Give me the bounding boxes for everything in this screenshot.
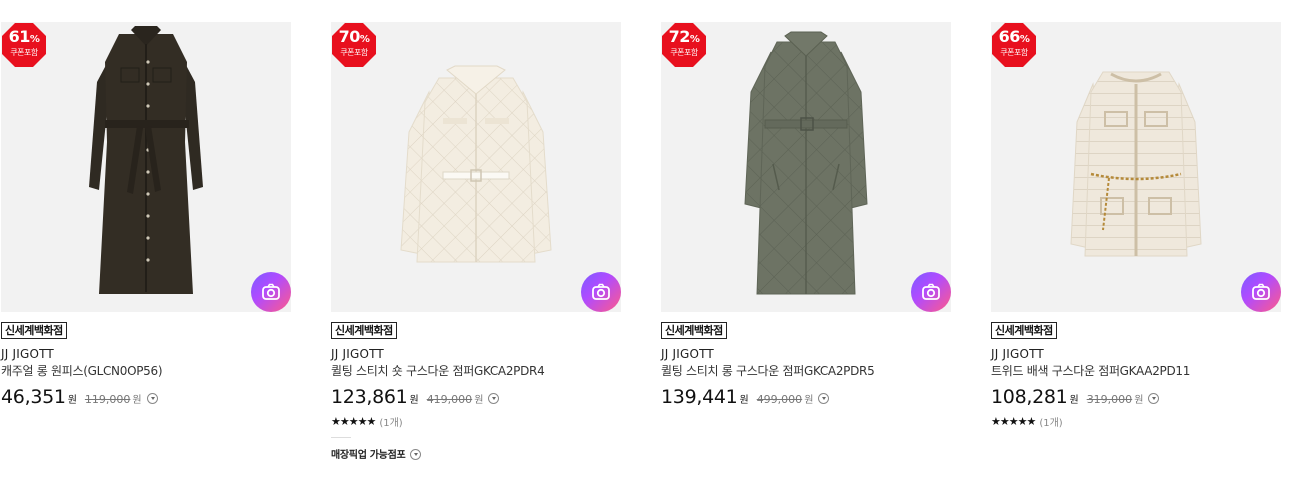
original-price-unit: 원 (132, 395, 142, 406)
camera-icon (262, 283, 280, 300)
sale-price: 108,281 (991, 386, 1068, 408)
coupon-included-label: 쿠폰포함 (670, 48, 698, 57)
price-detail-dropdown-icon[interactable] (146, 393, 158, 404)
price-row: 46,351 원 119,000 원 (1, 386, 291, 408)
original-price: 499,000 (756, 393, 803, 406)
product-image[interactable]: 61% 쿠폰포함 (1, 22, 291, 312)
coupon-included-label: 쿠폰포함 (10, 48, 38, 57)
discount-percent: 70% (338, 27, 370, 46)
product-image[interactable]: 66% 쿠폰포함 (991, 22, 1281, 312)
product-image[interactable]: 70% 쿠폰포함 (331, 22, 621, 312)
original-price: 419,000 (426, 393, 473, 406)
sale-price: 46,351 (1, 386, 66, 408)
price-unit: 원 (67, 395, 77, 406)
review-count: (1개) (379, 418, 403, 429)
original-price-unit: 원 (804, 395, 814, 406)
brand-name[interactable]: JJ JIGOTT (1, 347, 291, 361)
store-tag: 신세계백화점 (1, 322, 67, 339)
sale-price: 123,861 (331, 386, 408, 408)
star-rating-icon: ★★★★★ (991, 415, 1036, 428)
rating[interactable]: ★★★★★ (1개) (991, 414, 1281, 429)
camera-icon (922, 283, 940, 300)
price-row: 139,441 원 499,000 원 (661, 386, 951, 408)
image-search-button[interactable] (1241, 272, 1281, 312)
discount-percent: 61% (8, 27, 40, 46)
price-detail-dropdown-icon[interactable] (488, 393, 500, 404)
chevron-down-circle-icon[interactable] (410, 449, 422, 460)
brand-name[interactable]: JJ JIGOTT (661, 347, 951, 361)
original-price: 119,000 (84, 393, 131, 406)
price-detail-dropdown-icon[interactable] (1148, 393, 1160, 404)
store-pickup-available[interactable]: 매장픽업 가능점포 (331, 446, 621, 461)
original-price-unit: 원 (1134, 395, 1144, 406)
product-image[interactable]: 72% 쿠폰포함 (661, 22, 951, 312)
product-card[interactable]: 72% 쿠폰포함 신세계백화점 JJ JIGOTT 퀼팅 스티치 롱 구스다운 … (661, 22, 951, 408)
product-card[interactable]: 61% 쿠폰포함 신세계백화점 JJ JIGOTT 캐주얼 롱 원피스(GLCN… (1, 22, 291, 408)
image-search-button[interactable] (581, 272, 621, 312)
price-unit: 원 (1069, 395, 1079, 406)
store-tag: 신세계백화점 (661, 322, 727, 339)
star-rating-icon: ★★★★★ (331, 415, 376, 428)
product-name[interactable]: 캐주얼 롱 원피스(GLCN0OP56) (1, 364, 291, 378)
coupon-included-label: 쿠폰포함 (340, 48, 368, 57)
discount-percent: 72% (668, 27, 700, 46)
store-pickup-label: 매장픽업 가능점포 (331, 450, 406, 461)
product-card[interactable]: 66% 쿠폰포함 신세계백화점 JJ JIGOTT 트위드 배색 구스다운 점퍼… (991, 22, 1281, 429)
brand-name[interactable]: JJ JIGOTT (991, 347, 1281, 361)
price-unit: 원 (409, 395, 419, 406)
price-detail-dropdown-icon[interactable] (818, 393, 830, 404)
divider (331, 437, 351, 438)
price-unit: 원 (739, 395, 749, 406)
brand-name[interactable]: JJ JIGOTT (331, 347, 621, 361)
image-search-button[interactable] (911, 272, 951, 312)
discount-badge: 61% 쿠폰포함 (1, 22, 47, 68)
store-tag: 신세계백화점 (331, 322, 397, 339)
camera-icon (592, 283, 610, 300)
original-price-unit: 원 (474, 395, 484, 406)
discount-badge: 66% 쿠폰포함 (991, 22, 1037, 68)
product-card[interactable]: 70% 쿠폰포함 신세계백화점 JJ JIGOTT 퀼팅 스티치 숏 구스다운 … (331, 22, 621, 461)
coupon-included-label: 쿠폰포함 (1000, 48, 1028, 57)
price-row: 123,861 원 419,000 원 (331, 386, 621, 408)
store-tag: 신세계백화점 (991, 322, 1057, 339)
rating[interactable]: ★★★★★ (1개) (331, 414, 621, 429)
image-search-button[interactable] (251, 272, 291, 312)
discount-badge: 72% 쿠폰포함 (661, 22, 707, 68)
price-row: 108,281 원 319,000 원 (991, 386, 1281, 408)
product-name[interactable]: 트위드 배색 구스다운 점퍼GKAA2PD11 (991, 364, 1281, 378)
discount-badge: 70% 쿠폰포함 (331, 22, 377, 68)
camera-icon (1252, 283, 1270, 300)
sale-price: 139,441 (661, 386, 738, 408)
product-name[interactable]: 퀼팅 스티치 롱 구스다운 점퍼GKCA2PDR5 (661, 364, 951, 378)
discount-percent: 66% (998, 27, 1030, 46)
review-count: (1개) (1039, 418, 1063, 429)
original-price: 319,000 (1086, 393, 1133, 406)
product-name[interactable]: 퀼팅 스티치 숏 구스다운 점퍼GKCA2PDR4 (331, 364, 621, 378)
